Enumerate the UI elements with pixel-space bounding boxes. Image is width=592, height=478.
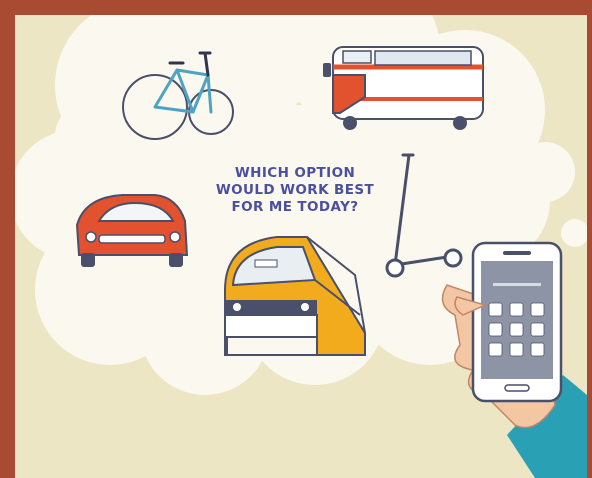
bus-icon (323, 46, 484, 130)
scene-canvas (15, 15, 587, 478)
question-headline: WHICH OPTION WOULD WORK BEST FOR ME TODA… (195, 165, 395, 216)
question-line-1: WHICH OPTION (234, 165, 356, 181)
question-line-3: FOR ME TODAY? (231, 199, 359, 215)
illustration-panel: WHICH OPTION WOULD WORK BEST FOR ME TODA… (15, 15, 587, 478)
question-line-2: WOULD WORK BEST (215, 182, 375, 198)
